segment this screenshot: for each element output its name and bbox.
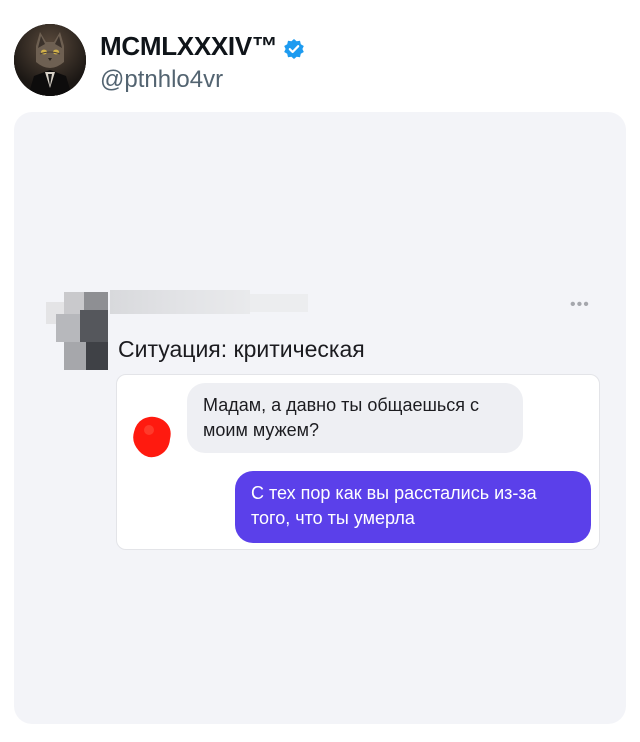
profile-avatar[interactable] bbox=[14, 24, 86, 96]
blurred-avatar-image bbox=[46, 292, 108, 370]
tweet-image[interactable]: ••• Ситуация: критическая Мадам, а давно… bbox=[14, 112, 626, 724]
more-options-icon[interactable]: ••• bbox=[570, 297, 590, 313]
blurred-username bbox=[110, 290, 250, 314]
display-name-text[interactable]: MCMLXXXIV™ bbox=[100, 30, 278, 62]
blurred-username-extra bbox=[250, 294, 308, 312]
cat-in-suit-image bbox=[14, 24, 86, 96]
user-handle[interactable]: @ptnhlo4vr bbox=[100, 65, 223, 95]
display-name[interactable]: MCMLXXXIV™ bbox=[100, 30, 305, 62]
incoming-message-bubble: Мадам, а давно ты общаешься с моим мужем… bbox=[187, 383, 523, 453]
post-title: Ситуация: критическая bbox=[118, 336, 365, 362]
red-blob-avatar-image bbox=[133, 416, 171, 458]
outgoing-message-bubble: С тех пор как вы расстались из-за того, … bbox=[235, 471, 591, 543]
chat-screenshot: Мадам, а давно ты общаешься с моим мужем… bbox=[116, 374, 600, 550]
verified-badge-icon bbox=[283, 35, 305, 59]
